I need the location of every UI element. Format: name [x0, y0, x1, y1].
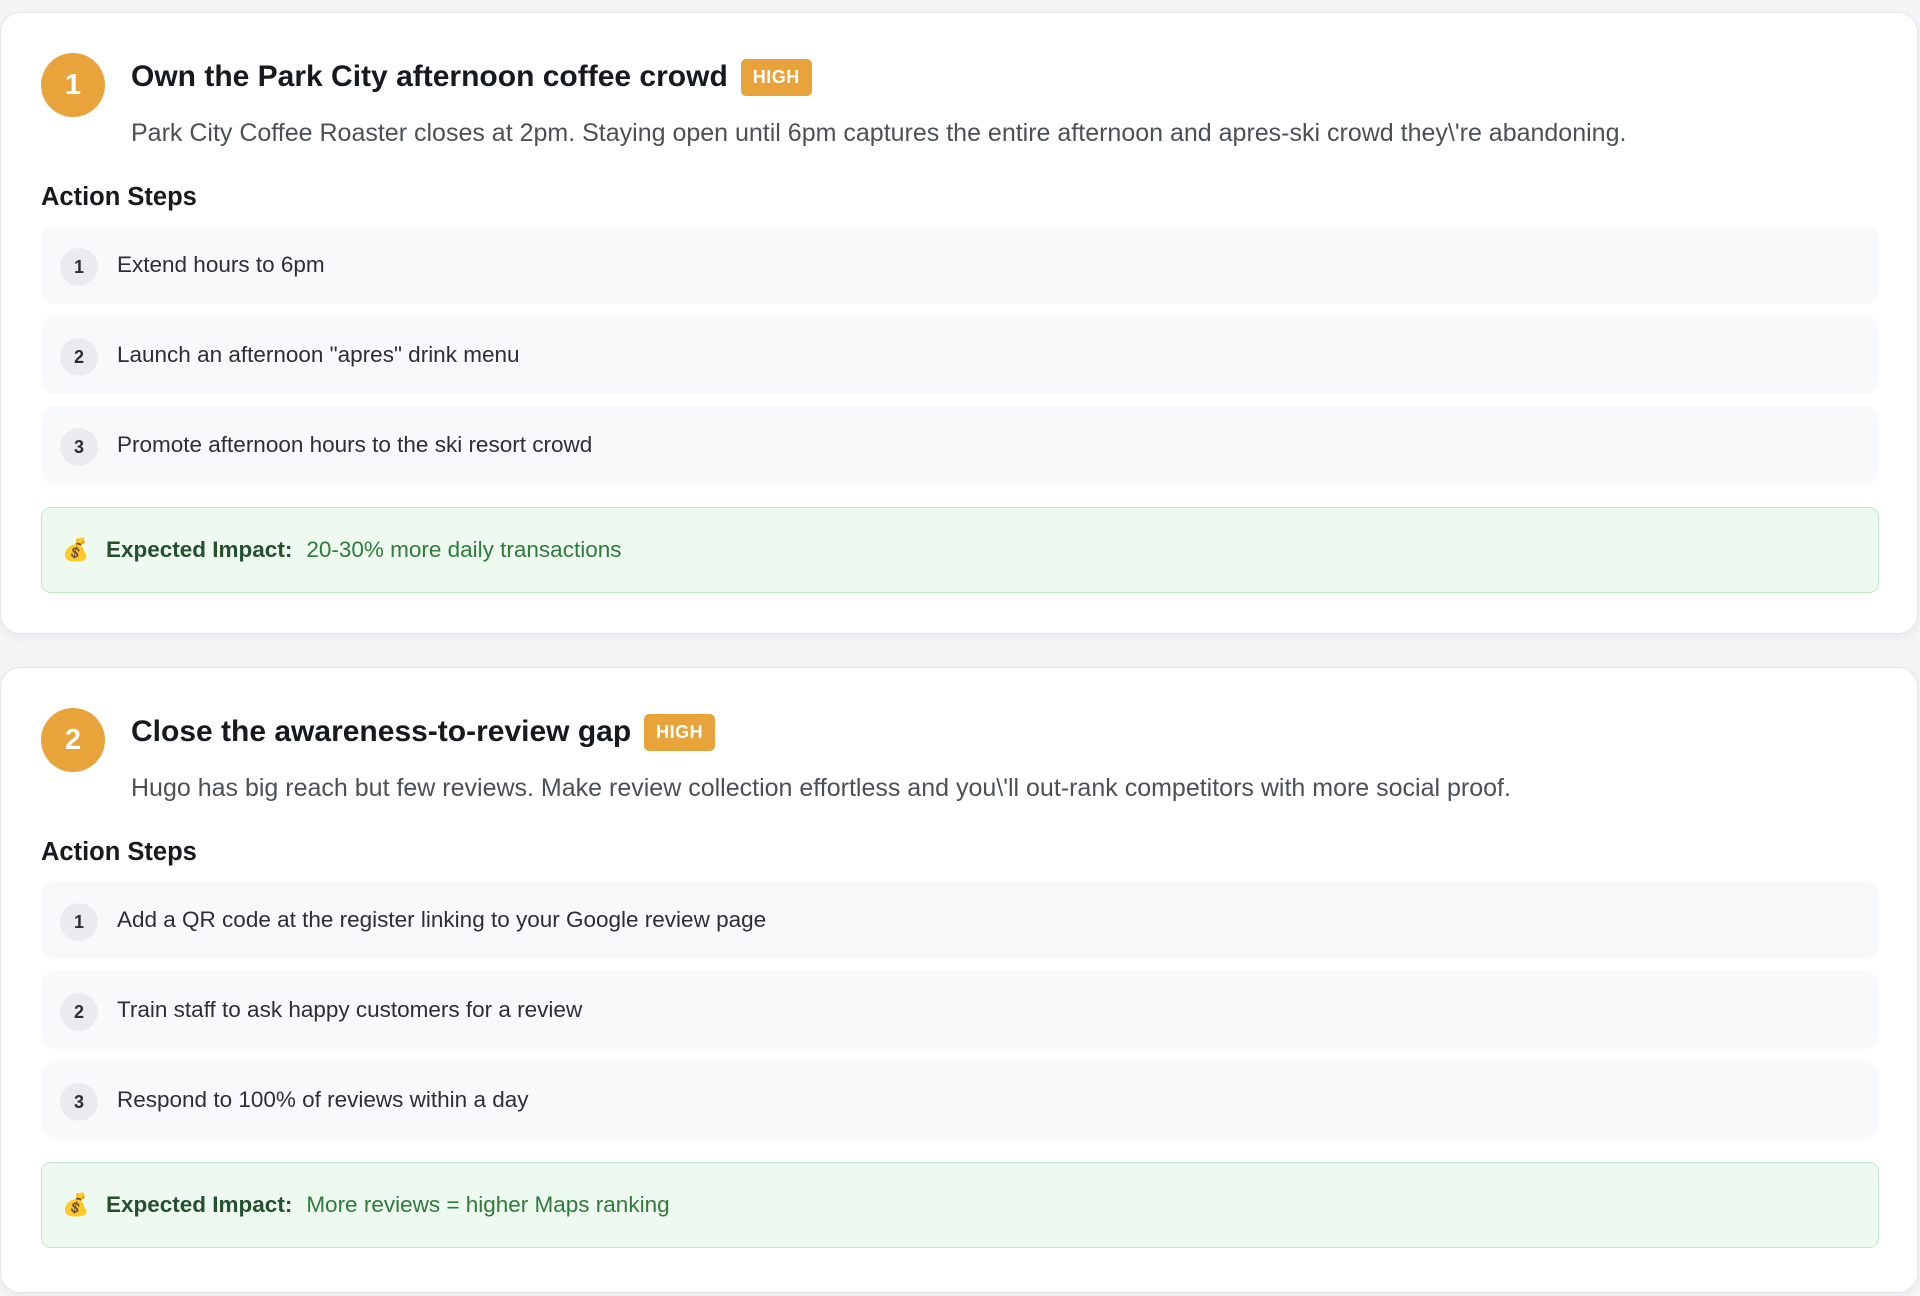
step-number: 1 [60, 248, 98, 286]
step-text: Add a QR code at the register linking to… [117, 907, 767, 932]
card-header: Close the awareness-to-review gap HIGH [131, 710, 716, 754]
expected-impact-box: 💰 Expected Impact: 20-30% more daily tra… [41, 507, 1879, 593]
step-number: 2 [60, 338, 98, 376]
action-step: 3 Promote afternoon hours to the ski res… [41, 406, 1879, 484]
impact-value: 20-30% more daily transactions [306, 537, 622, 562]
recommendation-title: Own the Park City afternoon coffee crowd [131, 60, 728, 93]
step-text: Extend hours to 6pm [117, 252, 325, 277]
priority-badge: HIGH [644, 713, 716, 751]
step-number: 2 [60, 993, 98, 1031]
step-number: 3 [60, 1083, 98, 1121]
card-header: Own the Park City afternoon coffee crowd… [131, 55, 812, 99]
step-text: Respond to 100% of reviews within a day [117, 1087, 529, 1112]
impact-label: Expected Impact: [106, 537, 293, 562]
step-text: Train staff to ask happy customers for a… [117, 997, 583, 1022]
recommendation-card: 1 Own the Park City afternoon coffee cro… [0, 12, 1918, 634]
action-step: 1 Extend hours to 6pm [41, 226, 1879, 304]
rank-badge: 2 [41, 708, 105, 772]
action-steps-heading: Action Steps [41, 183, 197, 211]
step-number: 3 [60, 428, 98, 466]
expected-impact-box: 💰 Expected Impact: More reviews = higher… [41, 1162, 1879, 1248]
action-steps-list: 1 Add a QR code at the register linking … [41, 881, 1879, 1151]
money-bag-icon: 💰 [62, 537, 90, 562]
impact-label: Expected Impact: [106, 1192, 293, 1217]
recommendation-title: Close the awareness-to-review gap [131, 715, 632, 748]
rank-badge: 1 [41, 53, 105, 117]
recommendation-description: Hugo has big reach but few reviews. Make… [131, 774, 1511, 802]
recommendations-page: 1 Own the Park City afternoon coffee cro… [0, 0, 1920, 1296]
action-steps-heading: Action Steps [41, 838, 197, 866]
step-number: 1 [60, 903, 98, 941]
action-steps-list: 1 Extend hours to 6pm 2 Launch an aftern… [41, 226, 1879, 496]
recommendation-card: 2 Close the awareness-to-review gap HIGH… [0, 667, 1918, 1293]
action-step: 2 Launch an afternoon "apres" drink menu [41, 316, 1879, 394]
action-step: 3 Respond to 100% of reviews within a da… [41, 1061, 1879, 1139]
step-text: Promote afternoon hours to the ski resor… [117, 432, 593, 457]
step-text: Launch an afternoon "apres" drink menu [117, 342, 520, 367]
recommendation-description: Park City Coffee Roaster closes at 2pm. … [131, 119, 1627, 147]
impact-value: More reviews = higher Maps ranking [306, 1192, 670, 1217]
action-step: 1 Add a QR code at the register linking … [41, 881, 1879, 959]
money-bag-icon: 💰 [62, 1192, 90, 1217]
action-step: 2 Train staff to ask happy customers for… [41, 971, 1879, 1049]
priority-badge: HIGH [740, 58, 812, 96]
